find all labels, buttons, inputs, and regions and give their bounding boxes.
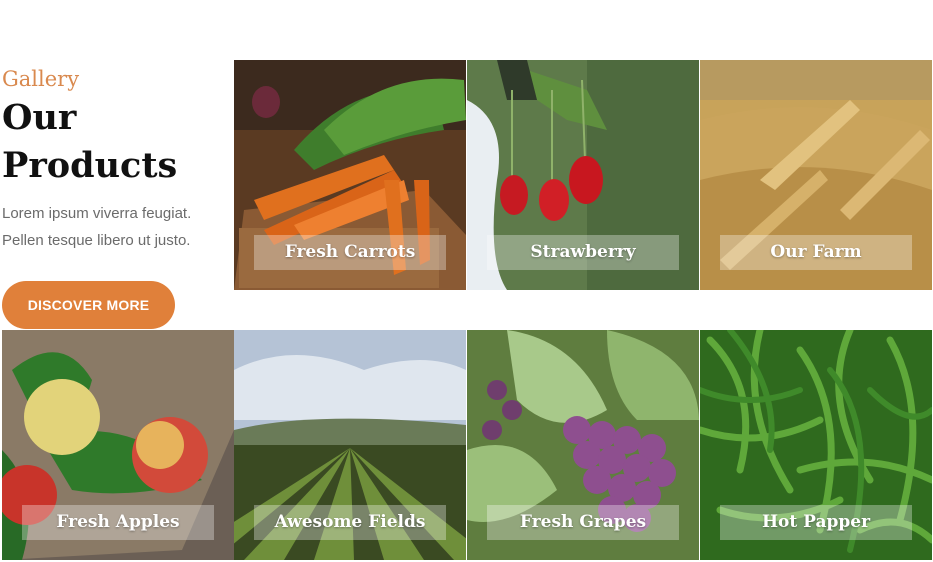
gallery-tile-fresh-apples[interactable]: Fresh Apples (2, 330, 234, 560)
tile-caption: Awesome Fields (254, 505, 446, 540)
title-line-1: Our (2, 97, 77, 138)
tile-caption: Fresh Grapes (487, 505, 679, 540)
section-description: Lorem ipsum viverra feugiat. Pellen tesq… (2, 200, 230, 254)
description-line-1: Lorem ipsum viverra feugiat. (2, 205, 192, 222)
gallery-tile-our-farm[interactable]: Our Farm (700, 60, 932, 290)
tile-caption: Strawberry (487, 235, 679, 270)
description-line-2: Pellen tesque libero ut justo. (2, 232, 191, 249)
tile-caption: Hot Papper (720, 505, 912, 540)
section-title: Our Products (2, 94, 230, 190)
gallery-tile-awesome-fields[interactable]: Awesome Fields (234, 330, 466, 560)
gallery-intro: Gallery Our Products Lorem ipsum viverra… (2, 64, 230, 254)
gallery-tile-strawberry[interactable]: Strawberry (467, 60, 699, 290)
gallery-tile-fresh-grapes[interactable]: Fresh Grapes (467, 330, 699, 560)
tile-caption: Fresh Apples (22, 505, 214, 540)
gallery-tile-fresh-carrots[interactable]: Fresh Carrots (234, 60, 466, 290)
tile-caption: Our Farm (720, 235, 912, 270)
gallery-tile-hot-papper[interactable]: Hot Papper (700, 330, 932, 560)
section-eyebrow: Gallery (2, 67, 80, 91)
discover-more-button[interactable]: DISCOVER MORE (2, 281, 175, 329)
tile-caption: Fresh Carrots (254, 235, 446, 270)
title-line-2: Products (2, 145, 178, 186)
